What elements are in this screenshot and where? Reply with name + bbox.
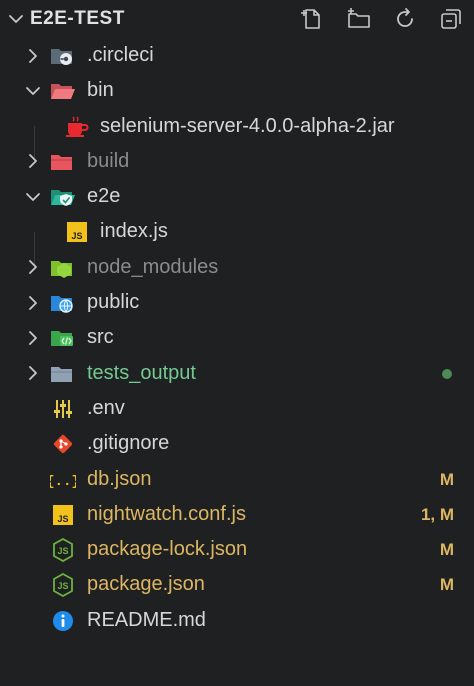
tree-item-env[interactable]: .env [0, 391, 474, 426]
tree-item-label: bin [87, 79, 114, 102]
svg-text:JS: JS [57, 581, 68, 591]
chevron-right-icon[interactable] [24, 356, 42, 391]
tree-item-label: index.js [100, 220, 168, 243]
file-tree: .circleci bin selenium-server-4.0.0-alph… [0, 38, 474, 638]
tree-item-package-lock[interactable]: JS package-lock.json M [0, 532, 474, 567]
tree-item-src[interactable]: src [0, 320, 474, 355]
svg-text:JS: JS [57, 546, 68, 556]
tree-item-tests-output[interactable]: tests_output [0, 356, 474, 391]
chevron-right-icon[interactable] [24, 38, 42, 73]
tree-item-label: src [87, 326, 114, 349]
chevron-down-icon[interactable] [24, 73, 42, 108]
chevron-right-icon[interactable] [24, 320, 42, 355]
js-file-icon: JS [64, 220, 90, 244]
info-file-icon [50, 609, 76, 633]
git-status-badge: M [439, 469, 454, 489]
env-file-icon [50, 397, 76, 421]
tree-item-e2e[interactable]: e2e [0, 179, 474, 214]
node-modules-folder-icon [50, 256, 76, 280]
git-status-badge: M [439, 540, 454, 560]
chevron-right-icon[interactable] [24, 250, 42, 285]
build-folder-icon [50, 150, 76, 174]
tree-item-label: selenium-server-4.0.0-alpha-2.jar [100, 114, 395, 137]
tree-item-bin[interactable]: bin [0, 73, 474, 108]
tree-item-label: node_modules [87, 255, 219, 278]
tree-item-label: README.md [87, 608, 206, 631]
tree-item-index-js[interactable]: JS index.js [0, 214, 474, 249]
tree-item-label: .gitignore [87, 432, 170, 455]
new-file-icon[interactable] [300, 6, 326, 32]
file-explorer: E2E-TEST .circleci bin selenium-server-4… [0, 0, 474, 686]
tree-item-selenium-jar[interactable]: selenium-server-4.0.0-alpha-2.jar [0, 109, 474, 144]
tree-item-public[interactable]: public [0, 285, 474, 320]
tree-item-label: public [87, 291, 140, 314]
chevron-down-icon[interactable] [24, 179, 42, 214]
explorer-actions [300, 6, 464, 32]
svg-text:JS: JS [71, 231, 82, 241]
git-file-icon [50, 432, 76, 456]
tree-item-label: build [87, 149, 130, 172]
nodejs-file-icon: JS [50, 538, 76, 563]
tree-item-label: nightwatch.conf.js [87, 502, 246, 525]
new-folder-icon[interactable] [346, 6, 372, 32]
svg-text:{..}: {..} [50, 474, 76, 490]
tree-item-package-json[interactable]: JS package.json M [0, 567, 474, 602]
nodejs-file-icon: JS [50, 573, 76, 598]
explorer-title: E2E-TEST [30, 8, 125, 29]
tree-item-readme[interactable]: README.md [0, 603, 474, 638]
public-folder-icon [50, 291, 76, 315]
tree-item-nightwatch-conf[interactable]: JS nightwatch.conf.js 1, M [0, 497, 474, 532]
svg-text:JS: JS [57, 514, 68, 524]
chevron-right-icon[interactable] [24, 144, 42, 179]
tree-item-label: e2e [87, 185, 121, 208]
folder-icon [50, 362, 76, 386]
git-status-badge: 1, M [420, 504, 454, 524]
tree-item-gitignore[interactable]: .gitignore [0, 426, 474, 461]
refresh-icon[interactable] [392, 6, 418, 32]
json-file-icon: {..} [50, 468, 76, 492]
js-file-icon: JS [50, 503, 76, 527]
git-status-badge: M [439, 575, 454, 595]
tree-item-build[interactable]: build [0, 144, 474, 179]
tree-item-circleci[interactable]: .circleci [0, 38, 474, 73]
tree-item-label: tests_output [87, 361, 196, 384]
bin-folder-icon [50, 79, 76, 103]
tree-item-label: package-lock.json [87, 538, 248, 561]
tree-item-label: db.json [87, 467, 152, 490]
e2e-folder-icon [50, 185, 76, 209]
chevron-down-icon[interactable] [6, 9, 26, 29]
explorer-header[interactable]: E2E-TEST [0, 0, 474, 38]
untracked-dot-icon [442, 368, 452, 379]
java-jar-icon [64, 115, 90, 139]
circleci-folder-icon [50, 44, 76, 68]
chevron-right-icon[interactable] [24, 285, 42, 320]
tree-item-label: .circleci [87, 44, 154, 66]
collapse-all-icon[interactable] [438, 6, 464, 32]
src-folder-icon [50, 326, 76, 350]
tree-item-label: package.json [87, 573, 205, 596]
tree-item-db-json[interactable]: {..} db.json M [0, 462, 474, 497]
tree-item-label: .env [87, 396, 125, 419]
tree-item-node-modules[interactable]: node_modules [0, 250, 474, 285]
